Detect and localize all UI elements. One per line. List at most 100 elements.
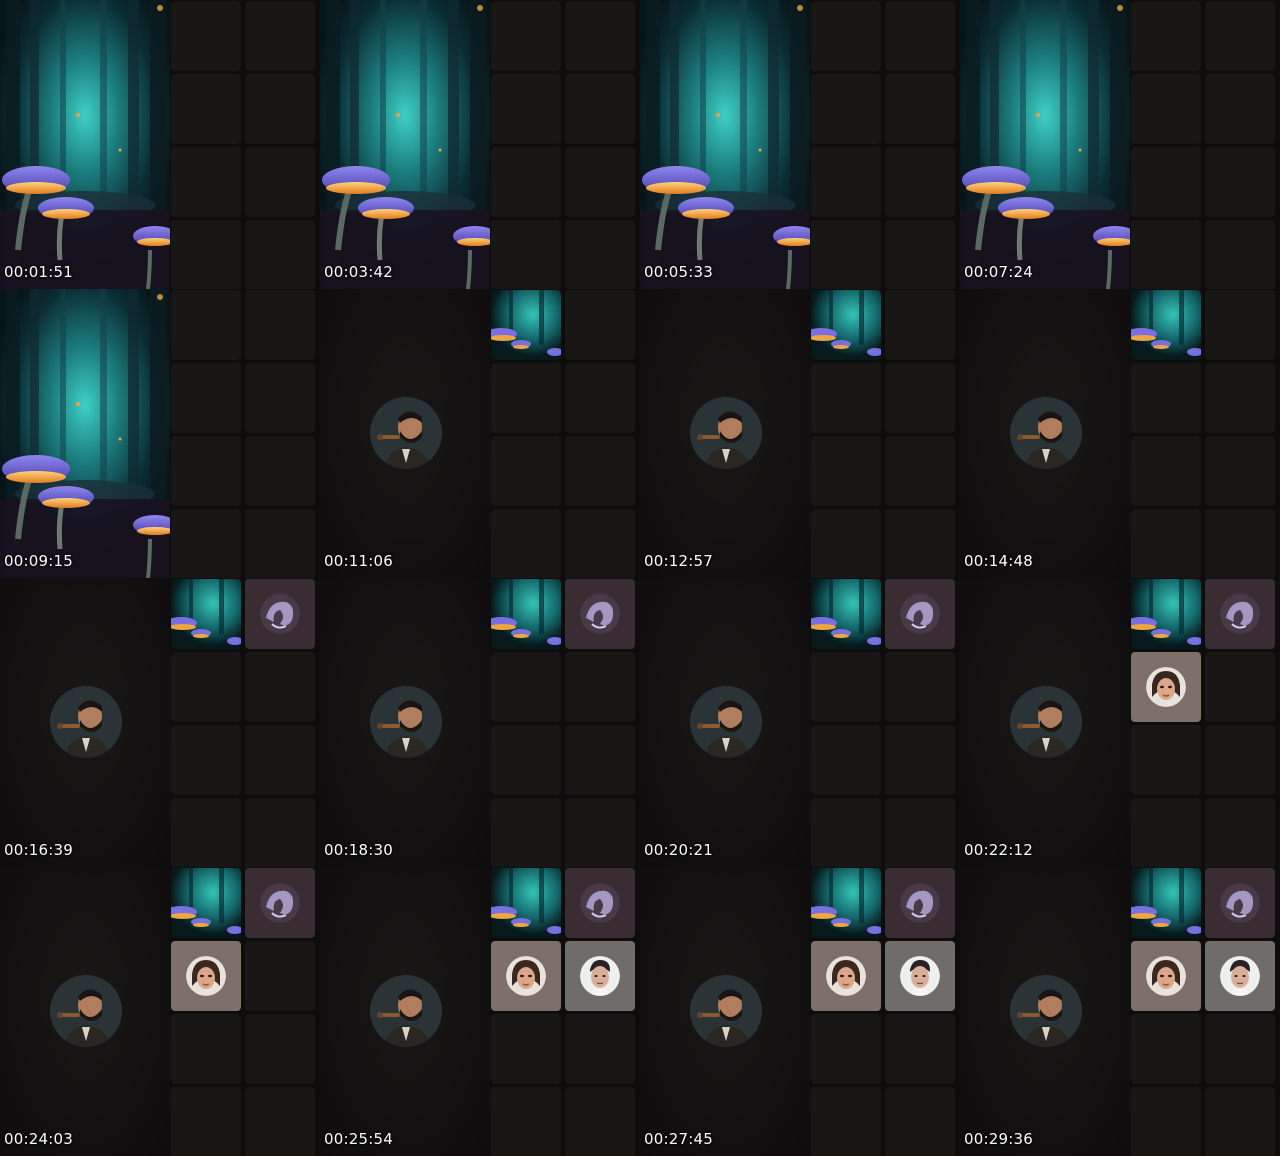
main-speaker-panel [320,289,490,578]
empty-participant-slot [565,74,635,144]
empty-participant-slot [491,798,561,867]
video-frame-thumbnail[interactable]: 00:01:51 [0,0,320,289]
empty-participant-slot [565,652,635,722]
host-avatar [690,397,762,469]
video-frame-thumbnail[interactable]: 00:12:57 [640,289,960,578]
empty-participant-slot [171,363,241,433]
empty-participant-slot [885,290,955,360]
empty-participant-slot [811,1,881,71]
participant-tile-man [885,941,955,1011]
participant-tile-purple [1205,579,1275,649]
empty-participant-slot [565,1087,635,1156]
participant-tile-woman [811,941,881,1011]
woman-avatar [1146,667,1186,707]
empty-participant-slot [491,509,561,578]
empty-participant-slot [1131,220,1201,289]
video-frame-thumbnail[interactable]: 00:14:48 [960,289,1280,578]
empty-participant-slot [1205,363,1275,433]
empty-participant-slot [885,1,955,71]
participant-tile-purple [245,868,315,938]
empty-participant-slot [885,147,955,217]
participant-grid [1130,867,1276,1156]
participant-tile-man [1205,941,1275,1011]
empty-participant-slot [245,725,315,795]
empty-participant-slot [565,436,635,506]
empty-participant-slot [1131,509,1201,578]
empty-participant-slot [245,74,315,144]
forest-thumbnail-tile [1131,290,1201,360]
forest-thumbnail-tile [491,868,561,938]
empty-participant-slot [491,1,561,71]
host-avatar [690,686,762,758]
forest-thumbnail-tile [171,868,241,938]
purple-hair-avatar [580,594,620,634]
empty-participant-slot [171,725,241,795]
host-avatar [1010,397,1082,469]
forest-thumbnail-tile [491,290,561,360]
frame-timestamp: 00:29:36 [964,1130,1033,1148]
empty-participant-slot [491,363,561,433]
video-frame-thumbnail[interactable]: 00:09:15 [0,289,320,578]
empty-participant-slot [565,1014,635,1084]
empty-participant-slot [1131,436,1201,506]
empty-participant-slot [1131,1,1201,71]
empty-participant-slot [811,1014,881,1084]
participant-tile-purple [245,579,315,649]
woman-avatar [506,956,546,996]
frame-timestamp: 00:03:42 [324,263,393,281]
forest-mushroom-image [640,0,810,289]
empty-participant-slot [811,509,881,578]
empty-participant-slot [171,1014,241,1084]
empty-participant-slot [171,1087,241,1156]
participant-grid [170,578,316,867]
frame-timestamp: 00:01:51 [4,263,73,281]
empty-participant-slot [245,798,315,867]
participant-grid [490,289,636,578]
participant-tile-woman [1131,652,1201,722]
purple-hair-avatar [900,883,940,923]
purple-hair-avatar [900,594,940,634]
empty-participant-slot [1205,1,1275,71]
empty-participant-slot [171,147,241,217]
empty-participant-slot [811,436,881,506]
empty-participant-slot [811,220,881,289]
video-frame-thumbnail[interactable]: 00:24:03 [0,867,320,1156]
video-frame-thumbnail[interactable]: 00:20:21 [640,578,960,867]
empty-participant-slot [491,74,561,144]
empty-participant-slot [171,74,241,144]
video-frame-thumbnail[interactable]: 00:18:30 [320,578,640,867]
empty-participant-slot [565,725,635,795]
empty-participant-slot [491,725,561,795]
frame-timestamp: 00:12:57 [644,552,713,570]
video-frame-thumbnail[interactable]: 00:03:42 [320,0,640,289]
empty-participant-slot [885,363,955,433]
video-frame-thumbnail[interactable]: 00:27:45 [640,867,960,1156]
empty-participant-slot [1131,147,1201,217]
forest-mushroom-image [320,0,490,289]
main-speaker-panel [960,289,1130,578]
empty-participant-slot [491,147,561,217]
participant-tile-man [565,941,635,1011]
video-frame-thumbnail[interactable]: 00:16:39 [0,578,320,867]
participant-tile-purple [565,579,635,649]
video-frame-thumbnail[interactable]: 00:25:54 [320,867,640,1156]
empty-participant-slot [885,725,955,795]
participant-grid [170,289,316,578]
purple-hair-avatar [1220,883,1260,923]
video-frame-thumbnail[interactable]: 00:05:33 [640,0,960,289]
main-speaker-panel [960,578,1130,867]
frame-timestamp: 00:18:30 [324,841,393,859]
main-speaker-panel [0,578,170,867]
video-frame-thumbnail[interactable]: 00:11:06 [320,289,640,578]
empty-participant-slot [171,509,241,578]
forest-thumbnail-tile [1131,868,1201,938]
empty-participant-slot [245,220,315,289]
empty-participant-slot [1205,1087,1275,1156]
main-speaker-panel [0,867,170,1156]
video-frame-thumbnail[interactable]: 00:22:12 [960,578,1280,867]
participant-grid [490,0,636,289]
video-frame-thumbnail[interactable]: 00:07:24 [960,0,1280,289]
empty-participant-slot [245,1087,315,1156]
host-avatar [370,397,442,469]
video-frame-thumbnail[interactable]: 00:29:36 [960,867,1280,1156]
